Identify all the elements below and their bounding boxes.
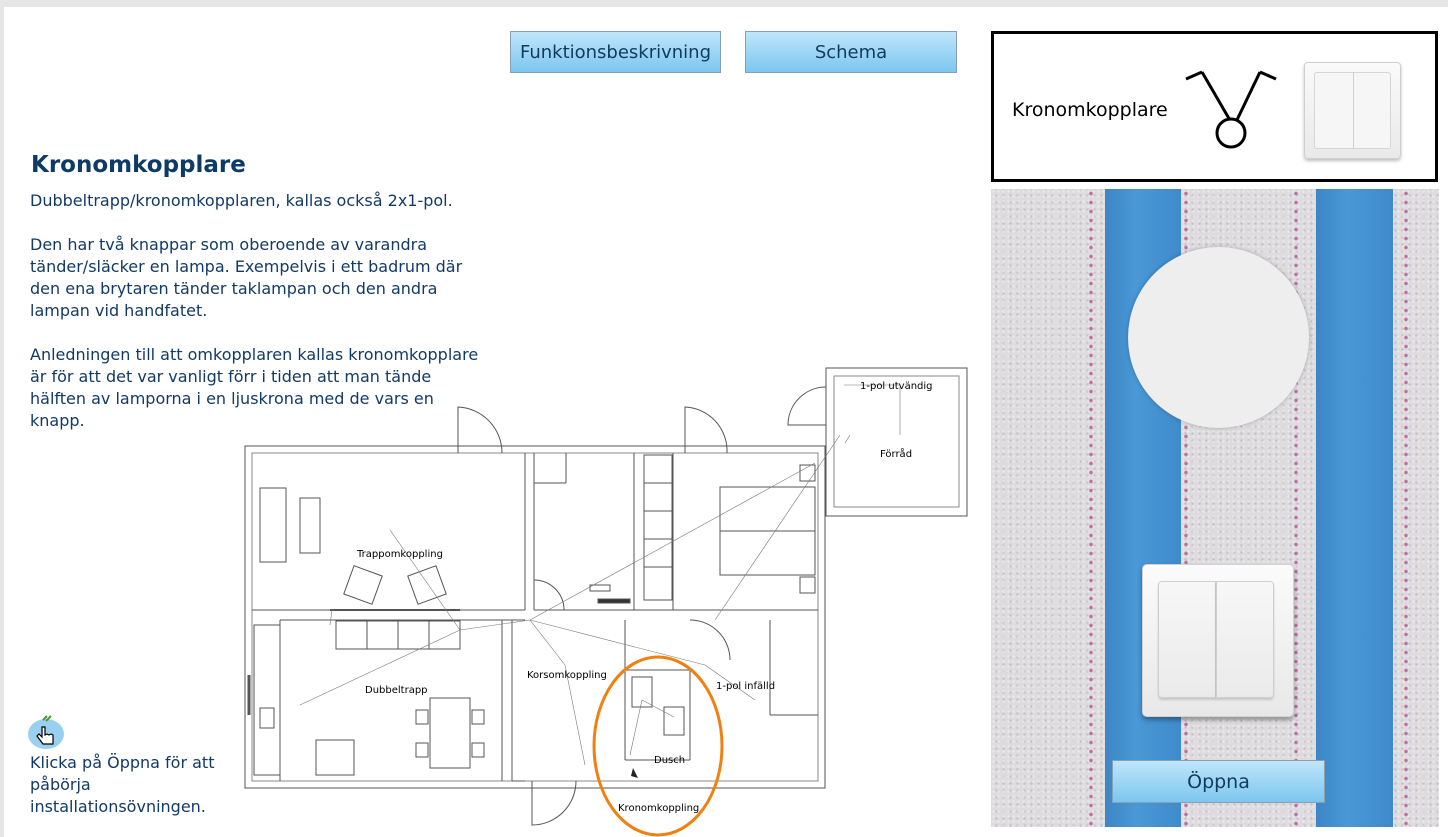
ceiling-lamp (1128, 247, 1309, 428)
cursor-marker (631, 768, 638, 778)
schema-button[interactable]: Schema (745, 31, 957, 73)
switch-rocker-right[interactable] (1216, 581, 1274, 698)
switch-rocker-left[interactable] (1158, 581, 1216, 698)
crown-switch-symbol-icon (1185, 70, 1277, 149)
hint-text: Klicka på Öppna för att påbörja installa… (30, 753, 215, 816)
label-storage: Förråd (880, 447, 912, 460)
function-description-button[interactable]: Funktionsbeskrivning (510, 31, 721, 73)
open-button[interactable]: Öppna (1112, 760, 1325, 803)
simulation-wall: Öppna (991, 189, 1439, 827)
label-shower: Dusch (654, 755, 685, 766)
label-stair: Trappomkoppling (356, 549, 443, 560)
description-paragraph-2: Den har två knappar som oberoende av var… (30, 235, 463, 320)
legend-panel: Kronomkopplare (991, 31, 1438, 182)
double-switch (1142, 564, 1294, 717)
description-paragraph-1: Dubbeltrapp/kronomkopplaren, kallas ocks… (30, 191, 453, 210)
label-outdoor: 1-pol utvändig (860, 381, 933, 392)
label-crown: Kronomkoppling (618, 803, 699, 814)
hand-pointer-icon (28, 715, 64, 749)
legend-label: Kronomkopplare (1012, 99, 1168, 121)
label-cross: Korsomkoppling (527, 670, 607, 681)
wallpaper-stripe (1316, 189, 1393, 827)
legend-switch-image (1304, 62, 1401, 159)
label-recessed: 1-pol infälld (716, 681, 775, 692)
page-title: Kronomkopplare (31, 152, 246, 178)
label-double-stair: Dubbeltrapp (365, 685, 428, 696)
floor-plan: 1-pol utvändig Förråd Trappomkoppling Du… (244, 367, 968, 837)
